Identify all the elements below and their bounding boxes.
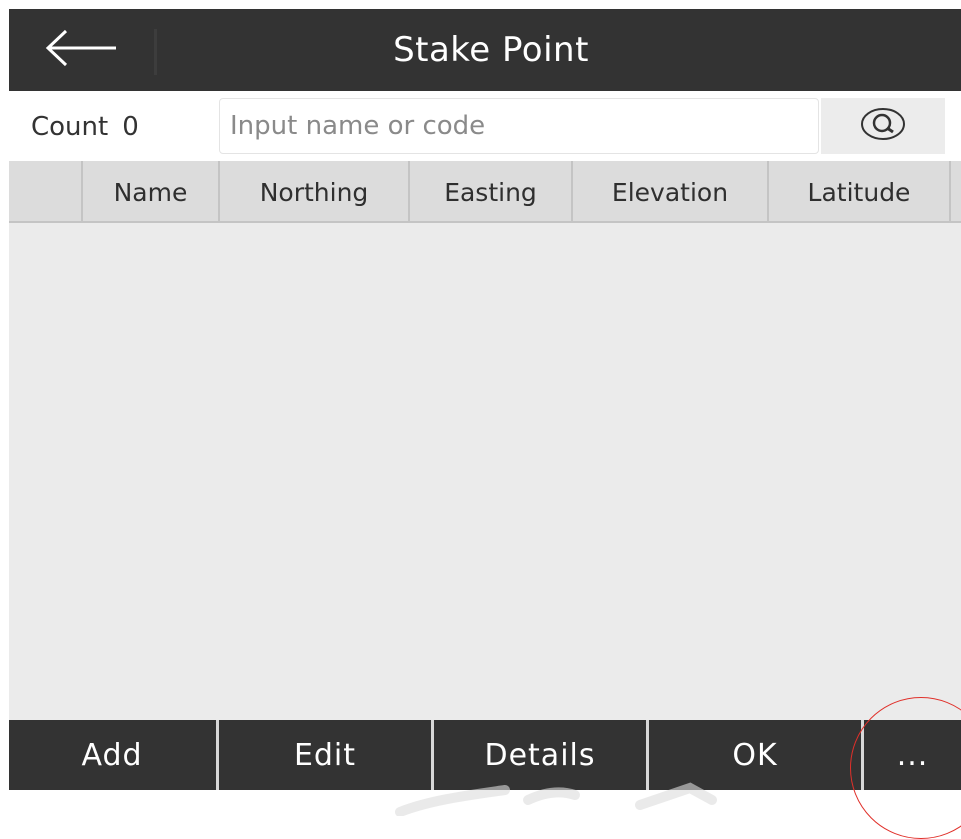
title-bar: Stake Point bbox=[9, 9, 961, 91]
column-header-overflow bbox=[949, 161, 961, 221]
table-body[interactable] bbox=[9, 223, 961, 720]
count-label: Count bbox=[31, 112, 109, 142]
details-button[interactable]: Details bbox=[434, 720, 646, 790]
more-button[interactable]: ... bbox=[864, 720, 961, 790]
count-display: Count 0 bbox=[31, 91, 139, 161]
table-header: Name Northing Easting Elevation Latitude bbox=[9, 161, 961, 223]
back-button[interactable] bbox=[9, 9, 154, 91]
count-value: 0 bbox=[122, 112, 139, 142]
edit-button[interactable]: Edit bbox=[219, 720, 431, 790]
add-button[interactable]: Add bbox=[9, 720, 215, 790]
column-header-name[interactable]: Name bbox=[81, 161, 218, 221]
column-header-select bbox=[9, 161, 81, 221]
search-input[interactable] bbox=[219, 98, 819, 154]
search-icon bbox=[859, 106, 907, 146]
search-row: Count 0 bbox=[9, 91, 961, 161]
title-bar-divider bbox=[154, 29, 157, 75]
column-header-easting[interactable]: Easting bbox=[408, 161, 571, 221]
search-button[interactable] bbox=[821, 98, 945, 154]
column-header-elevation[interactable]: Elevation bbox=[571, 161, 767, 221]
column-header-latitude[interactable]: Latitude bbox=[767, 161, 949, 221]
column-header-northing[interactable]: Northing bbox=[218, 161, 408, 221]
ok-button[interactable]: OK bbox=[649, 720, 861, 790]
bottom-toolbar: Add Edit Details OK ... bbox=[9, 720, 961, 790]
arrow-left-icon bbox=[42, 28, 122, 72]
